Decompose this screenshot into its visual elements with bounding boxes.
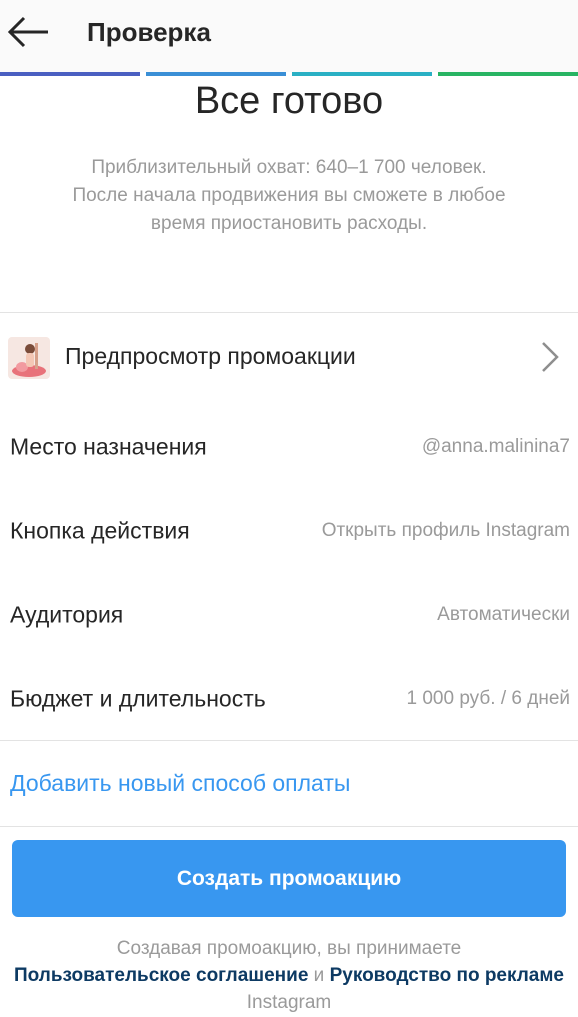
ad-guidelines-link[interactable]: Руководство по рекламе — [330, 965, 564, 986]
terms-text: Создавая промоакцию, вы принимаете Польз… — [8, 935, 570, 1016]
audience-row[interactable]: Аудитория Автоматически — [0, 585, 578, 645]
budget-label: Бюджет и длительность — [10, 685, 266, 712]
progress-segment-4 — [438, 72, 578, 76]
add-payment-method-link[interactable]: Добавить новый способ оплаты — [10, 770, 350, 797]
preview-thumbnail — [8, 337, 50, 379]
reach-description: Приблизительный охват: 640–1 700 человек… — [10, 154, 568, 238]
user-agreement-link[interactable]: Пользовательское соглашение — [14, 965, 308, 986]
progress-bar — [0, 72, 578, 76]
preview-label: Предпросмотр промоакции — [65, 343, 356, 369]
chevron-right-icon[interactable] — [540, 340, 560, 374]
progress-segment-3 — [292, 72, 432, 76]
destination-row[interactable]: Место назначения @anna.malinina7 — [0, 417, 578, 477]
action-button-row[interactable]: Кнопка действия Открыть профиль Instagra… — [0, 501, 578, 561]
reach-line-2: После начала продвижения вы сможете в лю… — [72, 185, 506, 206]
done-heading: Все готово — [194, 80, 384, 122]
destination-value: @anna.malinina7 — [421, 436, 570, 457]
back-button[interactable] — [4, 10, 52, 54]
page-title: Проверка — [87, 17, 211, 47]
terms-suffix: Instagram — [246, 992, 332, 1013]
audience-value: Автоматически — [437, 604, 570, 625]
budget-row[interactable]: Бюджет и длительность 1 000 руб. / 6 дне… — [0, 669, 578, 729]
action-button-label: Кнопка действия — [10, 517, 190, 544]
arrow-left-icon — [7, 16, 48, 48]
top-bar: Проверка — [0, 0, 578, 72]
budget-value: 1 000 руб. / 6 дней — [406, 688, 571, 709]
audience-label: Аудитория — [10, 601, 124, 628]
progress-segment-2 — [146, 72, 286, 76]
reach-line-1: Приблизительный охват: 640–1 700 человек… — [91, 157, 487, 178]
divider — [0, 740, 578, 741]
progress-segment-1 — [0, 72, 140, 76]
action-button-value: Открыть профиль Instagram — [321, 520, 570, 541]
terms-prefix: Создавая промоакцию, вы принимаете — [116, 938, 462, 959]
destination-label: Место назначения — [10, 433, 207, 460]
terms-and: и — [313, 965, 325, 986]
terms-links-line: Пользовательское соглашение и Руководств… — [8, 962, 570, 1016]
divider — [0, 826, 578, 827]
reach-line-3: время приостановить расходы. — [150, 213, 428, 234]
create-promotion-button[interactable]: Создать промоакцию — [12, 840, 566, 917]
divider — [0, 312, 578, 313]
